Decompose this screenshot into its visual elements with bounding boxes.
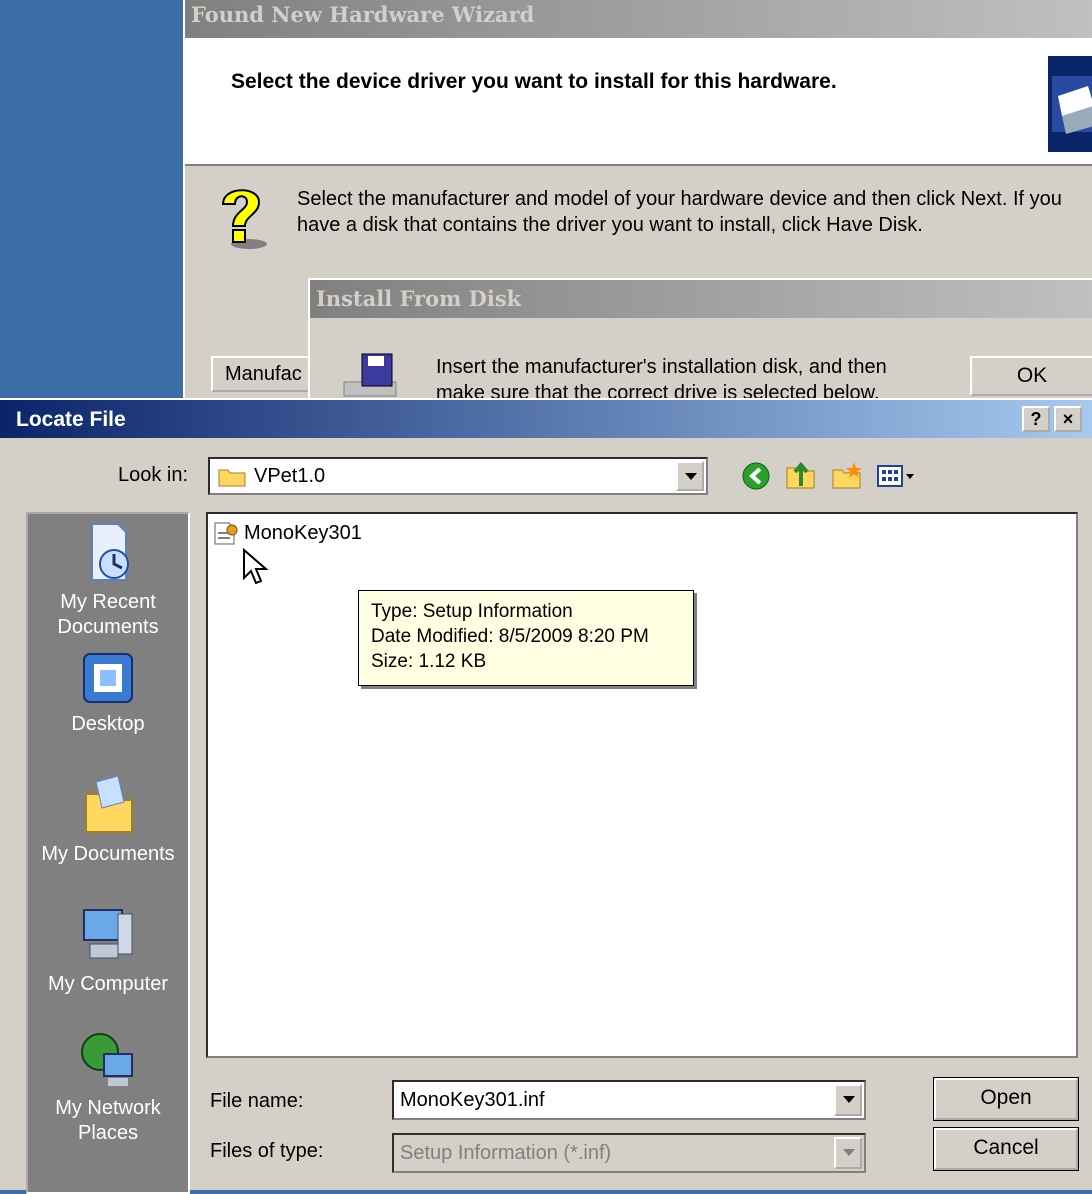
ok-button[interactable]: OK <box>970 356 1092 396</box>
place-my-recent-documents[interactable]: My Recent Documents <box>28 520 188 640</box>
network-places-icon <box>81 1033 133 1086</box>
instruction-line: Select the manufacturer and model of you… <box>297 188 1062 210</box>
place-my-computer[interactable]: My Computer <box>28 904 188 997</box>
file-name-value: MonoKey301.inf <box>400 1089 545 1111</box>
files-of-type-label: Files of type: <box>210 1140 324 1162</box>
look-in-value: VPet1.0 <box>254 465 326 487</box>
file-info-tooltip: Type: Setup Information Date Modified: 8… <box>358 590 694 686</box>
place-label: My Documents <box>41 843 175 865</box>
place-my-documents[interactable]: My Documents <box>28 772 188 867</box>
manufacturer-button[interactable]: Manufac <box>211 356 321 392</box>
wizard-heading: Select the device driver you want to ins… <box>231 70 837 93</box>
place-label: Places <box>77 1122 139 1144</box>
place-label: My Computer <box>47 973 169 995</box>
desktop-icon <box>83 653 133 703</box>
wizard-instructions: Select the manufacturer and model of you… <box>297 186 1092 238</box>
look-in-dropdown[interactable]: VPet1.0 <box>208 457 708 495</box>
places-bar: My Recent Documents Desktop My Documents <box>26 512 190 1194</box>
install-from-disk-title: Install From Disk <box>310 280 1092 318</box>
file-name: MonoKey301 <box>244 522 362 544</box>
tooltip-date-modified: Date Modified: 8/5/2009 8:20 PM <box>371 626 649 647</box>
place-label: My Network <box>55 1097 161 1119</box>
back-icon[interactable] <box>740 460 774 492</box>
chevron-down-icon[interactable] <box>834 1084 862 1116</box>
hardware-wizard-icon <box>1048 56 1092 152</box>
instruction-line: have a disk that contains the driver you… <box>297 214 923 236</box>
files-of-type-dropdown[interactable]: Setup Information (*.inf) <box>392 1133 866 1173</box>
chevron-down-icon[interactable] <box>676 461 704 491</box>
look-in-label: Look in: <box>118 464 189 486</box>
place-my-network-places[interactable]: My Network Places <box>28 1028 188 1146</box>
file-name-label: File name: <box>210 1090 304 1112</box>
tooltip-type: Type: Setup Information <box>371 601 573 622</box>
recent-documents-icon <box>91 523 129 581</box>
close-button[interactable]: × <box>1054 406 1082 432</box>
file-name-field[interactable]: MonoKey301.inf <box>392 1080 866 1120</box>
locate-file-titlebar: Locate File ? × <box>0 400 1092 438</box>
open-button[interactable]: Open <box>933 1077 1079 1121</box>
my-documents-icon <box>85 775 133 833</box>
files-of-type-value: Setup Information (*.inf) <box>400 1142 612 1164</box>
wizard-header: Select the device driver you want to ins… <box>185 38 1092 166</box>
help-button[interactable]: ? <box>1022 406 1050 432</box>
wizard-title: Found New Hardware Wizard <box>185 0 1092 38</box>
install-from-disk-dialog: Install From Disk Insert the manufacture… <box>308 278 1092 404</box>
cancel-button[interactable]: Cancel <box>933 1127 1079 1171</box>
chevron-down-icon[interactable] <box>834 1137 862 1169</box>
file-list[interactable]: MonoKey301 Type: Setup Information Date … <box>206 512 1078 1058</box>
place-label: Desktop <box>71 713 145 735</box>
place-desktop[interactable]: Desktop <box>28 650 188 737</box>
new-folder-icon[interactable] <box>830 460 864 492</box>
disk-text-line: Insert the manufacturer's installation d… <box>436 356 887 378</box>
up-folder-icon[interactable] <box>784 460 818 492</box>
my-computer-icon <box>83 909 133 959</box>
folder-icon <box>218 469 246 487</box>
question-mark-icon <box>221 189 267 249</box>
floppy-disk-drive-icon <box>343 353 397 397</box>
locate-file-dialog: Locate File ? × Look in: VPet1.0 My Rece… <box>0 398 1092 1194</box>
tooltip-size: Size: 1.12 KB <box>371 651 487 672</box>
place-label: My Recent <box>60 591 156 613</box>
view-menu-icon[interactable] <box>874 460 922 492</box>
setup-information-file-icon <box>214 522 238 545</box>
mouse-pointer-icon <box>243 548 269 585</box>
place-label: Documents <box>57 616 159 638</box>
locate-file-title: Locate File <box>16 408 126 431</box>
